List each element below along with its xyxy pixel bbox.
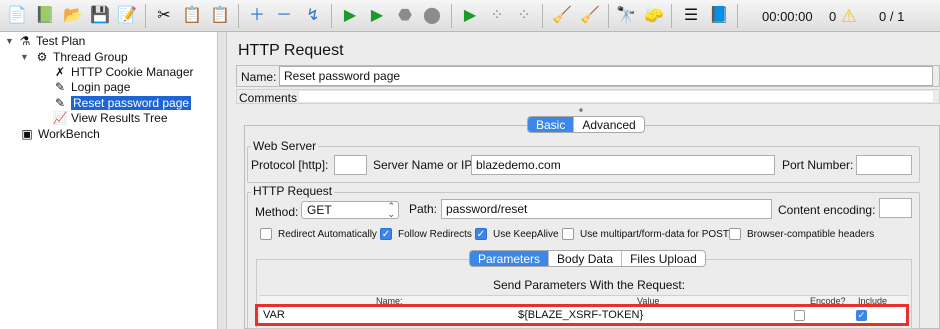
content-encoding-label: Content encoding:	[778, 203, 876, 217]
templates-icon[interactable]: 📗	[34, 5, 56, 27]
server-label: Server Name or IP:	[373, 158, 476, 172]
checkmark-icon: ✓	[475, 228, 487, 240]
tab-parameters[interactable]: Parameters	[470, 251, 549, 266]
copy-icon[interactable]: 📋	[181, 5, 203, 27]
method-label: Method:	[255, 205, 299, 219]
protocol-field[interactable]	[334, 155, 367, 175]
elapsed-timer: 00:00:00	[762, 9, 813, 24]
collapse-icon[interactable]: －	[273, 5, 295, 27]
toggle-icon[interactable]: ↯	[302, 5, 324, 27]
panel-title: HTTP Request	[238, 42, 344, 59]
splitter[interactable]	[218, 32, 227, 329]
reset-search-icon[interactable]: 🧽	[643, 5, 665, 27]
clear-all-icon[interactable]: 🧹	[579, 5, 601, 27]
parameter-tabs: Parameters Body Data Files Upload	[469, 250, 706, 267]
remote-start-icon[interactable]: ▶	[459, 5, 481, 27]
checkbox-icon	[562, 228, 574, 240]
collapse-arrow-icon[interactable]: ▼	[5, 36, 14, 46]
content-encoding-field[interactable]	[879, 198, 912, 218]
listener-icon: 📈	[52, 111, 68, 125]
new-icon[interactable]: 📄	[6, 5, 28, 27]
use-keepalive-checkbox[interactable]: ✓ Use KeepAlive	[475, 228, 559, 240]
sampler-icon: ✎	[54, 96, 66, 110]
tree-item-reset-password[interactable]: ✎ Reset password page	[52, 95, 192, 111]
tab-advanced[interactable]: Advanced	[573, 117, 643, 132]
test-plan-tree: ▼ ⚗ Test Plan ▼ ⚙ Thread Group ✗ HTTP Co…	[0, 32, 218, 329]
tab-body-data[interactable]: Body Data	[548, 251, 621, 266]
start-no-pauses-icon[interactable]: ▶	[366, 5, 388, 27]
comments-label: Comments:	[239, 91, 301, 105]
open-icon[interactable]: 📂	[62, 5, 84, 27]
toolbar: 📄 📗 📂 💾 📝 ✂ 📋 📋 ＋ － ↯ ▶ ▶ ⬣ ⬤ ▶ ⁘ ⁘ 🧹 🧹 …	[0, 0, 940, 32]
tree-item-login-page[interactable]: ✎ Login page	[52, 79, 130, 95]
name-label: Name:	[241, 70, 277, 84]
active-threads: 0 / 1	[879, 9, 905, 24]
expand-icon[interactable]: ＋	[246, 5, 268, 27]
protocol-label: Protocol [http]:	[251, 158, 329, 172]
save-as-icon[interactable]: 📝	[116, 5, 138, 27]
save-icon[interactable]: 💾	[89, 5, 111, 27]
cookie-manager-icon: ✗	[54, 65, 66, 79]
thread-group-icon: ⚙	[36, 50, 48, 64]
help-icon[interactable]: 📘	[708, 5, 730, 27]
browser-headers-checkbox[interactable]: Browser-compatible headers	[729, 228, 874, 240]
http-request-panel: HTTP Request Name: Reset password page C…	[227, 32, 940, 329]
search-icon[interactable]: 🔭	[615, 5, 637, 27]
tree-item-workbench[interactable]: ▣ WorkBench	[19, 126, 99, 142]
method-select[interactable]: GET ⌃ ⌄	[301, 201, 399, 219]
tree-item-results-tree[interactable]: 📈 View Results Tree	[52, 110, 168, 126]
test-plan-icon: ⚗	[19, 34, 31, 48]
path-label: Path:	[409, 202, 438, 216]
remote-stop-icon[interactable]: ⁘	[486, 5, 508, 27]
tab-basic[interactable]: Basic	[528, 117, 574, 132]
port-field[interactable]	[856, 155, 912, 175]
remote-exit-icon[interactable]: ⁘	[513, 5, 535, 27]
collapse-arrow-icon[interactable]: ▼	[20, 52, 29, 62]
clear-icon[interactable]: 🧹	[551, 5, 573, 27]
warning-count: 0	[829, 9, 837, 24]
tree-item-test-plan[interactable]: ⚗ Test Plan	[17, 33, 86, 49]
stop-icon[interactable]: ⬣	[394, 5, 416, 27]
comments-field[interactable]	[298, 90, 934, 103]
workbench-icon: ▣	[21, 127, 33, 141]
name-field[interactable]: Reset password page	[279, 66, 933, 86]
start-icon[interactable]: ▶	[339, 5, 361, 27]
warning-icon[interactable]: ⚠	[838, 5, 860, 27]
http-request-legend: HTTP Request	[251, 184, 335, 198]
tree-item-cookie-manager[interactable]: ✗ HTTP Cookie Manager	[52, 64, 194, 80]
follow-redirects-checkbox[interactable]: ✓ Follow Redirects	[380, 228, 472, 240]
checkbox-icon	[729, 228, 741, 240]
web-server-legend: Web Server	[251, 139, 319, 153]
comments-row: Comments:	[236, 89, 940, 105]
highlight-box	[255, 304, 909, 326]
tree-item-thread-group[interactable]: ⚙ Thread Group	[34, 49, 128, 65]
sampler-icon: ✎	[54, 80, 66, 94]
multipart-checkbox[interactable]: Use multipart/form-data for POST	[562, 228, 729, 240]
shutdown-icon[interactable]: ⬤	[421, 5, 443, 27]
basic-advanced-tabs: Basic Advanced	[527, 116, 645, 133]
tab-files-upload[interactable]: Files Upload	[621, 251, 705, 266]
select-arrows-icon: ⌃ ⌄	[387, 201, 395, 219]
redirect-automatically-checkbox[interactable]: Redirect Automatically	[260, 228, 377, 240]
server-field[interactable]: blazedemo.com	[471, 155, 775, 175]
params-title: Send Parameters With the Request:	[493, 278, 686, 292]
paste-icon[interactable]: 📋	[209, 5, 231, 27]
cut-icon[interactable]: ✂	[153, 5, 175, 27]
checkbox-icon	[260, 228, 272, 240]
divider-handle-icon[interactable]: ⦁	[579, 105, 583, 115]
path-field[interactable]: password/reset	[441, 199, 772, 219]
function-helper-icon[interactable]: ☰	[680, 5, 702, 27]
checkmark-icon: ✓	[380, 228, 392, 240]
port-label: Port Number:	[782, 158, 854, 172]
name-row: Name: Reset password page	[236, 65, 940, 87]
